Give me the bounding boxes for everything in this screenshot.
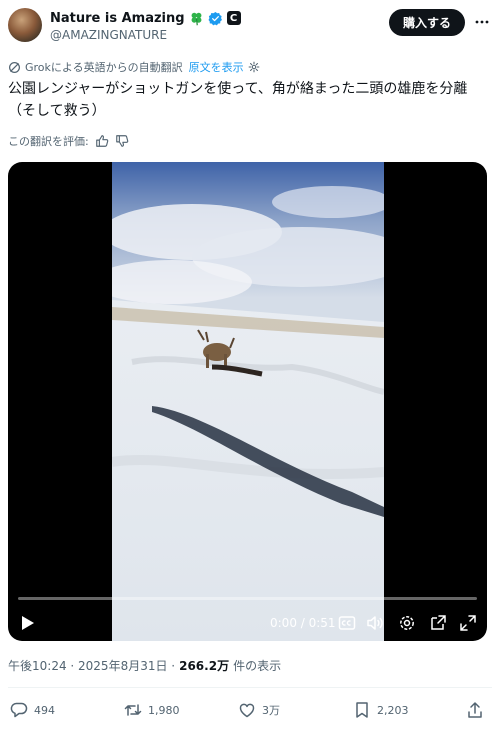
thumbs-up-icon[interactable] [95,134,109,148]
buy-button[interactable]: 購入する [389,9,465,36]
tweet-meta: 午後10:24 · 2025年8月31日 · 266.2万 件の表示 [8,657,281,673]
translation-notice: Grokによる英語からの自動翻訳 原文を表示 [8,59,260,75]
translation-rating: この翻訳を評価: [8,133,129,149]
views-count: 266.2万 [179,658,230,673]
video-player[interactable]: 0:00 / 0:51 [8,162,487,641]
settings-gear-icon[interactable] [398,614,416,632]
repost-button[interactable]: 1,980 [124,698,180,722]
bookmark-count: 2,203 [377,703,409,717]
bookmark-button[interactable]: 2,203 [353,698,409,722]
author-name-row: Nature is Amazing C [50,10,241,26]
grok-icon [9,61,20,73]
views-label: 件の表示 [233,658,282,673]
repost-count: 1,980 [148,703,180,717]
tweet-header: Nature is Amazing C @AMAZINGNATURE 購入する [0,0,500,52]
gear-icon[interactable] [248,61,260,73]
bookmark-icon [356,702,368,718]
video-time: 0:00 / 0:51 [270,616,336,630]
volume-icon[interactable] [366,614,384,632]
more-options-icon[interactable] [472,12,492,32]
video-progress-bar[interactable] [18,597,477,600]
tweet-timestamp[interactable]: 午後10:24 · 2025年8月31日 · [8,657,175,674]
avatar[interactable] [8,8,42,42]
clover-icon [191,12,202,25]
share-icon [468,702,482,718]
tweet-text: 公園レンジャーがショットガンを使って、角が絡まった二頭の雄鹿を分離（そして救う） [8,81,468,119]
reply-count: 494 [34,703,55,717]
divider [8,687,492,688]
video-frame [112,162,384,641]
captions-icon[interactable] [338,614,356,632]
author-handle[interactable]: @AMAZINGNATURE [50,28,167,42]
reply-button[interactable]: 494 [10,698,55,722]
thumbs-down-icon[interactable] [115,134,129,148]
rating-label: この翻訳を評価: [8,135,89,148]
action-bar: 494 1,980 3万 2,203 [0,698,500,722]
show-original-link[interactable]: 原文を表示 [189,59,244,75]
like-button[interactable]: 3万 [238,698,280,722]
picture-in-picture-icon[interactable] [429,614,447,632]
author-display-name[interactable]: Nature is Amazing [50,11,185,26]
heart-icon [239,703,255,718]
share-button[interactable] [466,698,484,722]
reply-icon [10,702,28,718]
repost-icon [124,704,142,716]
like-count: 3万 [262,704,280,717]
fullscreen-icon[interactable] [459,614,477,632]
play-icon[interactable] [18,614,36,632]
verified-icon[interactable] [208,11,223,26]
translation-label: Grokによる英語からの自動翻訳 [25,61,183,74]
affiliate-badge-icon[interactable]: C [226,11,241,25]
